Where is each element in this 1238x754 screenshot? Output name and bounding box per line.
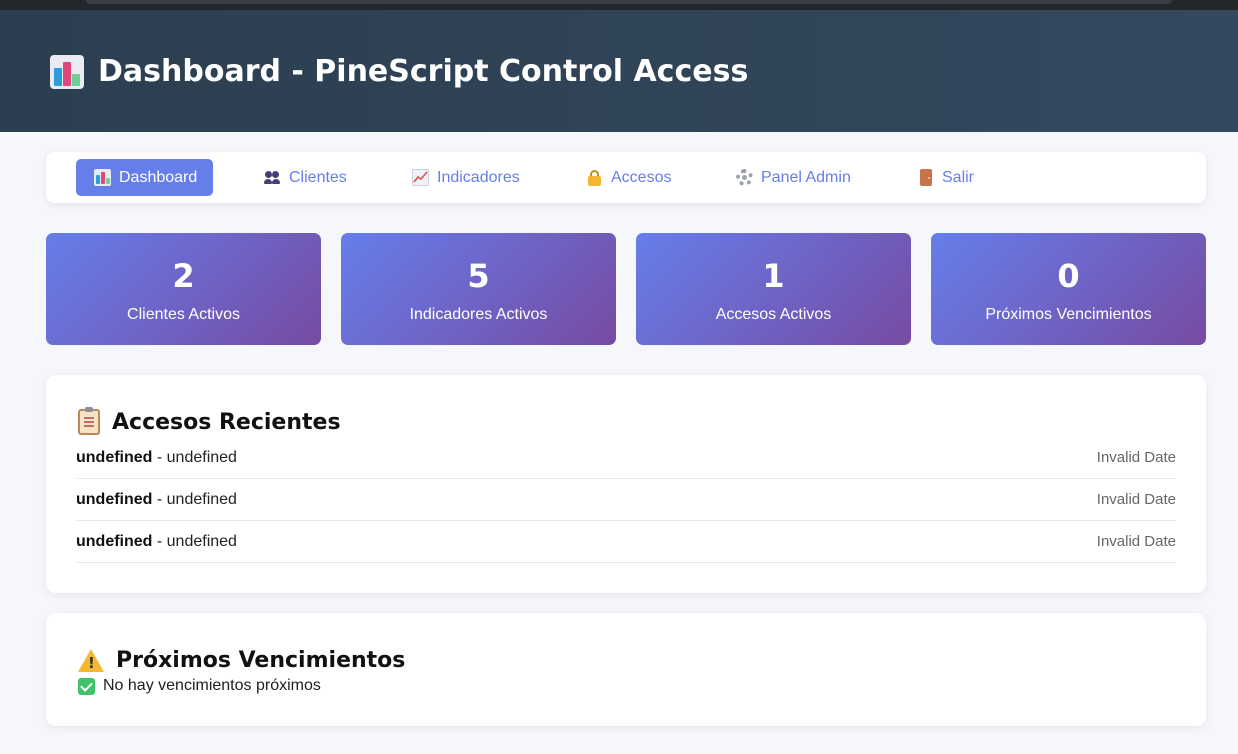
list-item: undefined - undefined Invalid Date — [76, 479, 1176, 521]
gear-icon — [736, 169, 753, 186]
section-title: Próximos Vencimientos — [78, 648, 405, 673]
clipboard-icon — [78, 407, 100, 435]
nav-item-indicadores[interactable]: Indicadores — [412, 159, 520, 196]
stat-value: 1 — [762, 257, 785, 295]
bar-chart-icon — [50, 54, 84, 89]
trend-chart-icon — [412, 169, 429, 186]
stat-label: Indicadores Activos — [409, 306, 548, 323]
upcoming-expirations-card: Próximos Vencimientos No hay vencimiento… — [46, 613, 1206, 726]
stat-value: 2 — [172, 257, 195, 295]
nav-item-clientes[interactable]: Clientes — [264, 159, 347, 196]
stat-label: Clientes Activos — [127, 306, 240, 323]
access-indicator: undefined — [166, 490, 237, 508]
stat-value: 0 — [1057, 257, 1080, 295]
page-title: Dashboard - PineScript Control Access — [50, 54, 748, 89]
nav-item-label: Clientes — [289, 168, 347, 186]
nav-item-accesos[interactable]: Accesos — [586, 159, 671, 196]
stat-value: 5 — [467, 257, 490, 295]
list-item: undefined - undefined Invalid Date — [76, 437, 1176, 479]
access-date: Invalid Date — [1096, 533, 1176, 550]
page-header: Dashboard - PineScript Control Access — [0, 10, 1238, 132]
section-title: Accesos Recientes — [78, 407, 341, 435]
lock-icon — [586, 169, 603, 186]
users-icon — [264, 169, 281, 186]
check-icon — [78, 677, 95, 695]
browser-address-bar — [86, 0, 1172, 4]
bar-chart-icon — [94, 169, 111, 186]
access-indicator: undefined — [166, 448, 237, 466]
access-client: undefined — [76, 532, 153, 550]
stat-card-proximos-vencimientos: 0 Próximos Vencimientos — [931, 233, 1206, 345]
page-title-text: Dashboard - PineScript Control Access — [98, 54, 749, 89]
stat-card-indicadores-activos: 5 Indicadores Activos — [341, 233, 616, 345]
list-item: undefined - undefined Invalid Date — [76, 521, 1176, 563]
nav-item-label: Indicadores — [437, 168, 520, 186]
section-title-text: Próximos Vencimientos — [116, 648, 406, 673]
access-client: undefined — [76, 490, 153, 508]
stat-card-clientes-activos: 2 Clientes Activos — [46, 233, 321, 345]
access-client: undefined — [76, 448, 153, 466]
nav-item-label: Panel Admin — [761, 168, 851, 186]
nav-item-label: Dashboard — [119, 168, 198, 186]
empty-state-text: No hay vencimientos próximos — [103, 677, 321, 694]
access-date: Invalid Date — [1096, 449, 1176, 466]
recent-access-card: Accesos Recientes undefined - undefined … — [46, 375, 1206, 593]
main-nav: Dashboard Clientes Indicadores Accesos P… — [46, 152, 1206, 203]
stat-card-accesos-activos: 1 Accesos Activos — [636, 233, 911, 345]
section-title-text: Accesos Recientes — [112, 409, 341, 435]
warning-icon — [78, 649, 104, 672]
nav-item-label: Salir — [942, 168, 975, 186]
door-icon — [920, 169, 932, 186]
access-date: Invalid Date — [1096, 491, 1176, 508]
nav-item-salir[interactable]: Salir — [918, 159, 974, 196]
stat-label: Próximos Vencimientos — [985, 306, 1152, 323]
nav-item-panel-admin[interactable]: Panel Admin — [736, 159, 851, 196]
nav-item-label: Accesos — [611, 168, 672, 186]
browser-top-strip — [0, 0, 1238, 10]
access-indicator: undefined — [166, 532, 237, 550]
stat-label: Accesos Activos — [715, 306, 832, 323]
empty-state: No hay vencimientos próximos — [78, 677, 321, 695]
nav-item-dashboard[interactable]: Dashboard — [76, 159, 214, 196]
